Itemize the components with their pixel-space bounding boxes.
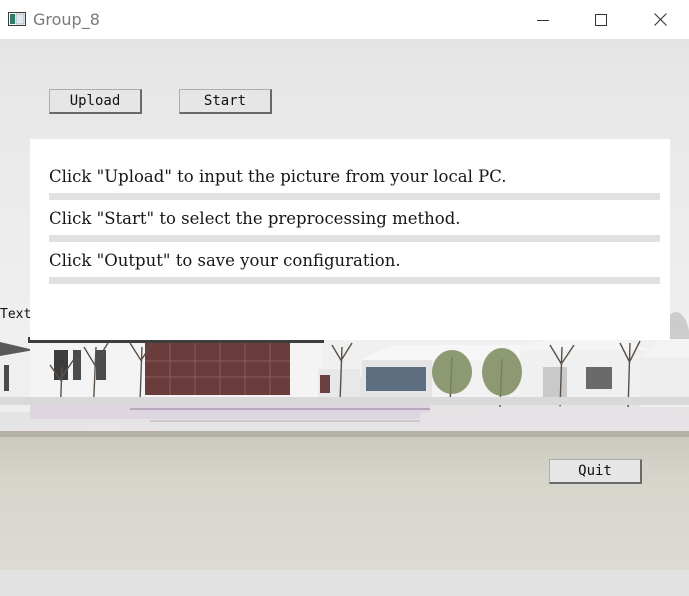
instruction-divider	[49, 277, 660, 284]
close-button[interactable]	[631, 0, 689, 39]
window-title: Group_8	[33, 10, 100, 29]
instruction-upload: Click "Upload" to input the picture from…	[49, 167, 507, 186]
minimize-icon	[537, 19, 549, 21]
close-icon	[653, 13, 667, 26]
instruction-output: Click "Output" to save your configuratio…	[49, 251, 401, 270]
upload-button[interactable]: Upload	[49, 89, 142, 114]
app-window-icon	[8, 12, 26, 26]
instructions-panel: Click "Upload" to input the picture from…	[30, 139, 670, 340]
start-button[interactable]: Start	[179, 89, 272, 114]
maximize-icon	[595, 13, 607, 26]
instruction-divider	[49, 193, 660, 200]
minimize-button[interactable]	[514, 0, 572, 39]
placeholder-text-label: Text	[0, 307, 32, 322]
title-bar: Group_8	[0, 0, 689, 39]
instruction-start: Click "Start" to select the preprocessin…	[49, 209, 461, 228]
instruction-divider	[49, 235, 660, 242]
quit-button[interactable]: Quit	[549, 459, 642, 484]
bottom-status-strip	[0, 570, 689, 596]
maximize-button[interactable]	[572, 0, 630, 39]
